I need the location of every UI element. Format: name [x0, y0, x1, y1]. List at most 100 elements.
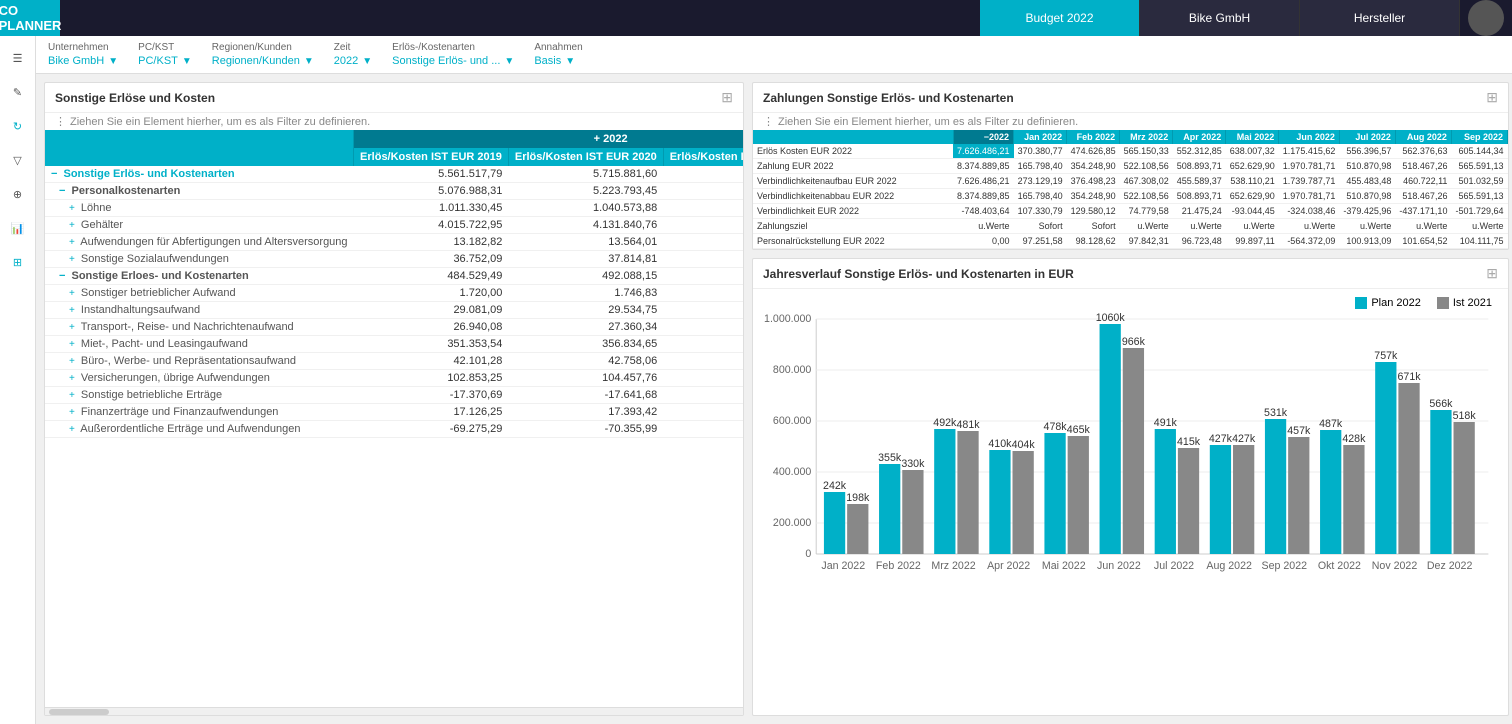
filter-arrow-annahmen: ▼ — [565, 56, 575, 67]
payments-table: −2022 Jan 2022 Feb 2022 Mrz 2022 Apr 202… — [753, 130, 1508, 249]
chart-panel: Jahresverlauf Sonstige Erlös- und Kosten… — [752, 258, 1509, 716]
svg-text:478k: 478k — [1044, 421, 1068, 433]
chart-title: Jahresverlauf Sonstige Erlös- und Kosten… — [763, 267, 1074, 281]
svg-text:757k: 757k — [1374, 350, 1398, 362]
filter-bar: Unternehmen Bike GmbH ▼ PC/KST PC/KST ▼ … — [36, 36, 1512, 74]
filter-value-zeit[interactable]: 2022 ▼ — [334, 55, 372, 67]
col-header-2021: Erlös/Kosten IST EUR 2021 — [663, 148, 743, 166]
filter-zeit[interactable]: Zeit 2022 ▼ — [334, 42, 372, 67]
svg-text:330k: 330k — [901, 458, 925, 470]
legend-ist-2021: Ist 2021 — [1453, 297, 1492, 309]
tab-bike-gmbh[interactable]: Bike GmbH — [1140, 0, 1300, 36]
table-row: + Transport-, Reise- und Nachrichtenaufw… — [45, 319, 743, 336]
filter-arrow-regionen: ▼ — [304, 56, 314, 67]
sidebar-table-icon[interactable]: ⊞ — [4, 248, 32, 276]
filter-value-unternehmen[interactable]: Bike GmbH ▼ — [48, 55, 118, 67]
bar-chart-svg: 1.000.000 800.000 600.000 400.000 200.00… — [763, 299, 1498, 579]
svg-text:Jul 2022: Jul 2022 — [1154, 560, 1194, 572]
table-row: + Aufwendungen für Abfertigungen und Alt… — [45, 234, 743, 251]
chart-grid-icon[interactable]: ⊞ — [1486, 265, 1498, 282]
right-panel: Zahlungen Sonstige Erlös- und Kostenarte… — [752, 82, 1509, 716]
tab-hersteller[interactable]: Hersteller — [1300, 0, 1460, 36]
left-panel-drag-hint: ⋮ Ziehen Sie ein Element hierher, um es … — [45, 113, 743, 130]
left-panel-grid-icon[interactable]: ⊞ — [721, 89, 733, 106]
payments-title: Zahlungen Sonstige Erlös- und Kostenarte… — [763, 91, 1014, 105]
filter-label-annahmen: Annahmen — [534, 42, 582, 53]
avatar — [1468, 0, 1504, 36]
sidebar-filter-icon[interactable]: ▽ — [4, 146, 32, 174]
svg-text:Okt 2022: Okt 2022 — [1318, 560, 1361, 572]
svg-text:Jun 2022: Jun 2022 — [1097, 560, 1141, 572]
header: COPLANNER Budget 2022 Bike GmbH Herstell… — [0, 0, 1512, 36]
table-row: + Sonstiger betrieblicher Aufwand 1.720,… — [45, 285, 743, 302]
chart-legend: Plan 2022 Ist 2021 — [1355, 297, 1492, 309]
table-row: Erlös Kosten EUR 2022 7.626.486,21 370.3… — [753, 144, 1508, 159]
table-row: + Miet-, Pacht- und Leasingaufwand 351.3… — [45, 336, 743, 353]
table-row: − Sonstige Erloes- und Kostenarten 484.5… — [45, 268, 743, 285]
filter-pc-kst[interactable]: PC/KST PC/KST ▼ — [138, 42, 192, 67]
filter-value-regionen[interactable]: Regionen/Kunden ▼ — [212, 55, 314, 67]
svg-text:200.000: 200.000 — [773, 517, 811, 529]
payments-drag-hint: ⋮ Ziehen Sie ein Element hierher, um es … — [753, 113, 1508, 130]
table-row: Verbindlichkeit EUR 2022 -748.403,64107.… — [753, 204, 1508, 219]
filter-label-zeit: Zeit — [334, 42, 372, 53]
filter-erlos[interactable]: Erlös-/Kostenarten Sonstige Erlös- und .… — [392, 42, 514, 67]
filter-regionen[interactable]: Regionen/Kunden Regionen/Kunden ▼ — [212, 42, 314, 67]
svg-text:671k: 671k — [1397, 371, 1421, 383]
payments-grid-icon[interactable]: ⊞ — [1486, 89, 1498, 106]
svg-text:400.000: 400.000 — [773, 466, 811, 478]
svg-text:600.000: 600.000 — [773, 415, 811, 427]
filter-value-pc-kst[interactable]: PC/KST ▼ — [138, 55, 192, 67]
svg-text:355k: 355k — [878, 452, 902, 464]
svg-text:481k: 481k — [956, 419, 980, 431]
filter-label-pc-kst: PC/KST — [138, 42, 192, 53]
svg-text:1.000.000: 1.000.000 — [764, 313, 811, 325]
filter-arrow-pc-kst: ▼ — [182, 56, 192, 67]
left-panel-table: + 2022 Erlös/Kosten IST EUR 2019 Erlös/K… — [45, 130, 743, 438]
svg-text:Jan 2022: Jan 2022 — [821, 560, 865, 572]
table-row: + Instandhaltungsaufwand 29.081,0929.534… — [45, 302, 743, 319]
table-row: + Gehälter 4.015.722,954.131.840,764.092… — [45, 217, 743, 234]
svg-text:404k: 404k — [1012, 439, 1036, 451]
table-row: + Sonstige Sozialaufwendungen 36.752,093… — [45, 251, 743, 268]
svg-text:198k: 198k — [846, 492, 870, 504]
table-row: Personalrückstellung EUR 2022 0,0097.251… — [753, 234, 1508, 249]
filter-annahmen[interactable]: Annahmen Basis ▼ — [534, 42, 582, 67]
svg-text:Apr 2022: Apr 2022 — [987, 560, 1030, 572]
svg-text:Feb 2022: Feb 2022 — [876, 560, 921, 572]
table-row: + Versicherungen, übrige Aufwendungen 10… — [45, 370, 743, 387]
filter-label-regionen: Regionen/Kunden — [212, 42, 314, 53]
filter-arrow-unternehmen: ▼ — [108, 56, 118, 67]
filter-value-erlos[interactable]: Sonstige Erlös- und ... ▼ — [392, 55, 514, 67]
sidebar-menu-icon[interactable]: ☰ — [4, 44, 32, 72]
sidebar-globe-icon[interactable]: ⊕ — [4, 180, 32, 208]
svg-text:Aug 2022: Aug 2022 — [1206, 560, 1252, 572]
tab-budget-2022[interactable]: Budget 2022 — [980, 0, 1140, 36]
table-row: Verbindlichkeitenabbau EUR 2022 8.374.88… — [753, 189, 1508, 204]
svg-text:457k: 457k — [1287, 425, 1311, 437]
col-header-2020: Erlös/Kosten IST EUR 2020 — [508, 148, 663, 166]
sidebar-refresh-icon[interactable]: ↻ — [4, 112, 32, 140]
svg-text:465k: 465k — [1067, 424, 1091, 436]
table-row: + Finanzerträge und Finanzaufwendungen 1… — [45, 404, 743, 421]
svg-text:966k: 966k — [1122, 336, 1146, 348]
filter-unternehmen[interactable]: Unternehmen Bike GmbH ▼ — [48, 42, 118, 67]
svg-text:491k: 491k — [1154, 417, 1178, 429]
svg-text:Mrz 2022: Mrz 2022 — [931, 560, 975, 572]
svg-text:566k: 566k — [1429, 398, 1453, 410]
svg-text:487k: 487k — [1319, 418, 1343, 430]
table-row: Zahlung EUR 2022 8.374.889,85165.798,403… — [753, 159, 1508, 174]
table-row: Verbindlichkeitenaufbau EUR 2022 7.626.4… — [753, 174, 1508, 189]
sidebar-chart-icon[interactable]: 📊 — [4, 214, 32, 242]
table-row: − Sonstige Erlös- und Kostenarten 5.561.… — [45, 166, 743, 183]
left-panel: Sonstige Erlöse und Kosten ⊞ ⋮ Ziehen Si… — [44, 82, 744, 716]
filter-label-erlos: Erlös-/Kostenarten — [392, 42, 514, 53]
sidebar-edit-icon[interactable]: ✎ — [4, 78, 32, 106]
left-panel-title: Sonstige Erlöse und Kosten — [55, 91, 215, 105]
col-header-2019: Erlös/Kosten IST EUR 2019 — [354, 148, 509, 166]
filter-value-annahmen[interactable]: Basis ▼ — [534, 55, 582, 67]
filter-label-unternehmen: Unternehmen — [48, 42, 118, 53]
legend-plan-2022: Plan 2022 — [1371, 297, 1421, 309]
svg-text:492k: 492k — [933, 417, 957, 429]
table-row: − Personalkostenarten 5.076.988,315.223.… — [45, 183, 743, 200]
